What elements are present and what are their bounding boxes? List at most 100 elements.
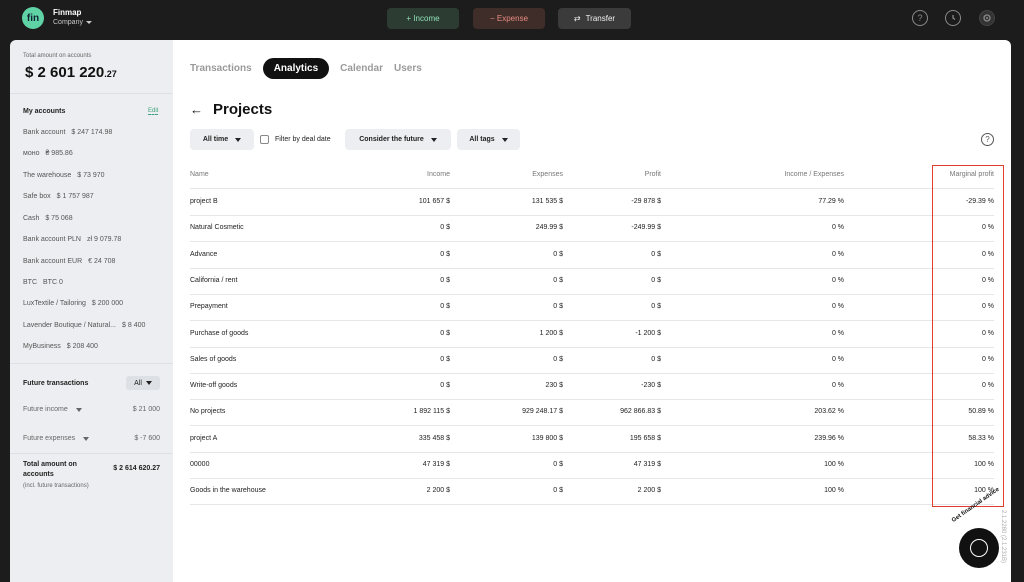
cell-income-expenses: 0 % xyxy=(831,250,844,258)
cell-name: No projects xyxy=(190,408,226,416)
account-name: The warehouse xyxy=(23,172,72,179)
tab-users[interactable]: Users xyxy=(394,63,422,74)
divider xyxy=(190,451,994,453)
finmap-logo[interactable]: fin xyxy=(22,7,44,29)
tab-transactions[interactable]: Transactions xyxy=(190,63,252,74)
cell-profit: 0 $ xyxy=(651,355,661,363)
column-header-name[interactable]: Name xyxy=(190,171,209,178)
future-expenses-row[interactable]: Future expenses $ -7 600 xyxy=(23,435,160,442)
cell-expenses: 131 535 $ xyxy=(531,198,563,205)
account-item[interactable]: моно ₴ 985.86 xyxy=(23,150,73,157)
cell-expenses: 139 800 $ xyxy=(531,434,563,442)
account-item[interactable]: Bank account $ 247 174.98 xyxy=(23,129,112,136)
cell-profit: 195 658 $ xyxy=(629,434,661,442)
future-filter-value: All xyxy=(134,379,142,387)
help-icon[interactable]: ? xyxy=(981,133,994,146)
back-arrow-icon[interactable]: ← xyxy=(190,102,203,117)
add-income-button[interactable]: + Income xyxy=(387,8,459,29)
cell-income: 0 $ xyxy=(440,276,450,284)
cell-name: Prepayment xyxy=(190,303,228,311)
account-value: $ 1 757 987 xyxy=(56,193,94,200)
gear-icon[interactable] xyxy=(979,10,995,26)
cell-profit: 47 319 $ xyxy=(633,461,661,468)
cell-expenses: 0 $ xyxy=(553,303,563,311)
account-value: zł 9 079.78 xyxy=(86,236,122,243)
page-title: Projects xyxy=(213,101,273,118)
account-item[interactable]: The warehouse $ 73 970 xyxy=(23,172,105,179)
deal-date-checkbox[interactable] xyxy=(260,135,269,144)
divider xyxy=(190,372,994,374)
column-header-profit[interactable]: Profit xyxy=(601,171,661,178)
time-filter-dropdown[interactable]: All time xyxy=(190,129,254,150)
account-item[interactable]: LuxTextile / Tailoring $ 200 000 xyxy=(23,300,123,307)
account-name: Bank account xyxy=(23,129,66,136)
total-with-future-value: $ 2 614 620.27 xyxy=(113,465,160,472)
column-header-income-expenses[interactable]: Income / Expenses xyxy=(764,171,844,178)
account-item[interactable]: MyBusiness $ 208 400 xyxy=(23,343,98,350)
account-name: моно xyxy=(23,150,40,157)
account-item[interactable]: Bank account PLN zł 9 079.78 xyxy=(23,236,121,243)
cell-income: 101 657 $ xyxy=(418,198,450,205)
cell-name: California / rent xyxy=(190,276,238,284)
account-item[interactable]: Bank account EUR € 24 708 xyxy=(23,258,115,265)
cell-name: Sales of goods xyxy=(190,355,237,363)
cell-income-expenses: 0 % xyxy=(831,329,844,337)
marginal-profit-highlight xyxy=(932,165,1004,507)
account-name: Lavender Boutique / Natural... xyxy=(23,322,117,329)
future-expenses-label: Future expenses xyxy=(23,435,76,442)
divider xyxy=(190,215,994,216)
account-value: $ 75 068 xyxy=(45,215,73,222)
cell-profit: 0 $ xyxy=(651,276,661,284)
company-selector[interactable]: Company xyxy=(53,19,92,26)
tab-calendar[interactable]: Calendar xyxy=(340,63,383,74)
time-filter-label: All time xyxy=(202,136,229,143)
cell-income: 335 458 $ xyxy=(418,434,450,442)
column-header-expenses[interactable]: Expenses xyxy=(503,171,563,178)
cell-expenses: 0 $ xyxy=(553,276,563,284)
cell-income: 0 $ xyxy=(440,382,450,390)
chevron-down-icon xyxy=(85,21,92,24)
future-income-row[interactable]: Future income $ 21 000 xyxy=(23,406,160,413)
history-icon[interactable] xyxy=(945,10,961,26)
future-filter-dropdown[interactable]: All xyxy=(126,376,160,390)
account-name: Bank account PLN xyxy=(23,236,81,243)
cell-name: 00000 xyxy=(190,461,210,468)
edit-accounts-link[interactable]: Edit xyxy=(148,108,159,115)
cell-name: Purchase of goods xyxy=(190,329,249,337)
cell-profit: 0 $ xyxy=(651,303,661,311)
account-value: $ 247 174.98 xyxy=(71,129,113,136)
cell-profit: 0 $ xyxy=(651,250,661,258)
my-accounts-heading: My accounts xyxy=(23,108,66,115)
tags-filter-dropdown[interactable]: All tags xyxy=(457,129,520,150)
divider xyxy=(190,320,994,322)
account-item[interactable]: Cash $ 75 068 xyxy=(23,215,73,222)
account-value: $ 200 000 xyxy=(91,300,124,307)
sidebar: Total amount on accounts $ 2 601 220.27 … xyxy=(10,40,173,582)
future-income-value: $ 21 000 xyxy=(132,406,160,413)
account-item[interactable]: BTC BTC 0 xyxy=(23,279,63,286)
cell-income: 0 $ xyxy=(440,329,450,337)
help-icon[interactable]: ? xyxy=(912,10,928,26)
cell-income-expenses: 0 % xyxy=(831,355,844,363)
cell-income-expenses: 100 % xyxy=(824,487,844,495)
divider xyxy=(10,363,173,364)
future-filter-button[interactable]: Consider the future xyxy=(345,129,451,150)
tab-analytics[interactable]: Analytics xyxy=(262,58,330,79)
account-item[interactable]: Safe box $ 1 757 987 xyxy=(23,193,94,200)
add-transfer-button[interactable]: ⇄ Transfer xyxy=(558,8,631,29)
cell-income: 0 $ xyxy=(440,250,450,258)
chevron-down-icon xyxy=(235,137,242,142)
column-header-income[interactable]: Income xyxy=(390,171,450,178)
account-item[interactable]: Lavender Boutique / Natural... $ 8 400 xyxy=(23,322,145,329)
divider xyxy=(190,346,994,348)
divider xyxy=(190,267,994,269)
tab-bar: Transactions Analytics Calendar Users xyxy=(190,58,433,79)
cell-income: 47 319 $ xyxy=(422,461,450,468)
add-expense-button[interactable]: − Expense xyxy=(473,8,545,29)
cell-profit: -29 878 $ xyxy=(631,198,661,205)
main-panel: Transactions Analytics Calendar Users ← … xyxy=(173,40,1011,582)
cell-name: project B xyxy=(190,198,218,205)
cell-income-expenses: 0 % xyxy=(831,382,844,390)
cell-expenses: 230 $ xyxy=(545,382,563,390)
account-value: $ 73 970 xyxy=(77,172,105,179)
